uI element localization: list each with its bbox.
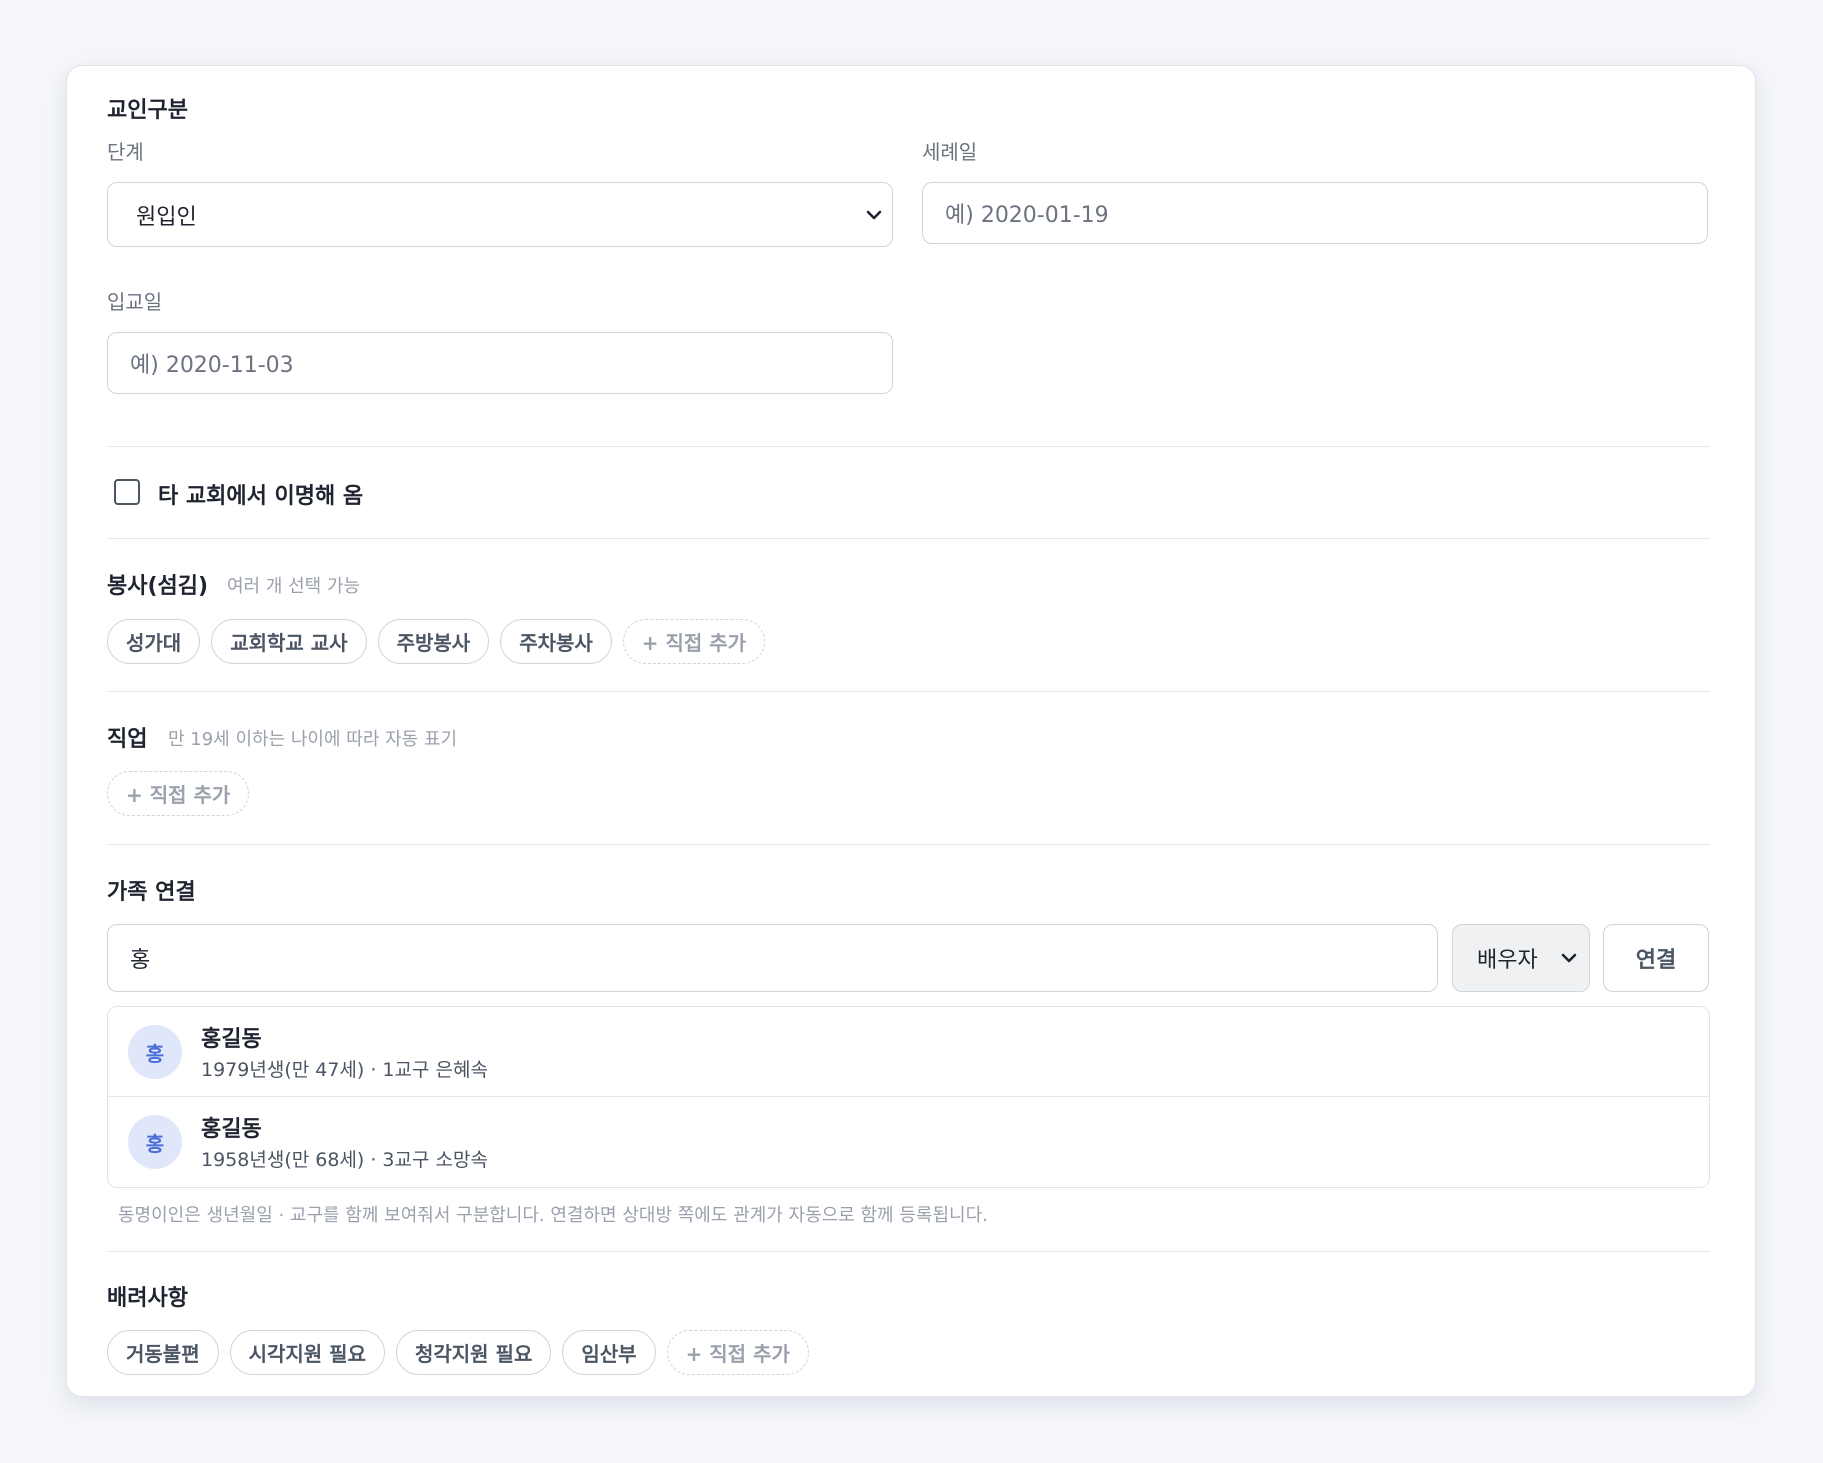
stage-label: 단계 (107, 140, 144, 164)
result-name: 홍길동 (201, 1027, 262, 1052)
member-type-title: 교인구분 (107, 98, 188, 123)
service-add-button[interactable]: + 직접 추가 (622, 619, 766, 664)
family-search-input[interactable]: 홍 (107, 924, 1438, 992)
transfer-checkbox[interactable] (114, 479, 140, 505)
service-chip[interactable]: 교회학교 교사 (211, 619, 367, 664)
connect-button[interactable]: 연결 (1603, 924, 1709, 992)
stage-select[interactable]: 원입인 (107, 182, 893, 247)
consideration-chip[interactable]: 거동불편 (107, 1330, 219, 1375)
service-chip[interactable]: 주차봉사 (500, 619, 612, 664)
considerations-title: 배려사항 (107, 1286, 188, 1311)
member-form-card: 교인구분 단계 원입인 세례일 예) 2020-01-19 입교일 예) 202… (66, 65, 1756, 1397)
divider (107, 691, 1710, 692)
occupation-add-button[interactable]: + 직접 추가 (107, 771, 250, 816)
divider (107, 446, 1710, 447)
occupation-hint: 만 19세 이하는 나이에 따라 자동 표기 (168, 729, 458, 750)
avatar: 홍 (128, 1115, 182, 1169)
occupation-chip-group: + 직접 추가 (107, 771, 250, 816)
service-chip[interactable]: 주방봉사 (377, 619, 490, 664)
result-meta: 1979년생(만 47세) · 1교구 은혜속 (201, 1059, 488, 1081)
registration-date-placeholder: 예) 2020-11-03 (130, 353, 294, 378)
relation-select[interactable]: 배우자 (1452, 924, 1590, 992)
divider (107, 844, 1710, 845)
considerations-add-button[interactable]: + 직접 추가 (666, 1330, 809, 1375)
service-hint: 여러 개 선택 가능 (227, 576, 361, 597)
result-meta: 1958년생(만 68세) · 3교구 소망속 (201, 1149, 488, 1171)
family-note: 동명이인은 생년월일 · 교구를 함께 보여줘서 구분합니다. 연결하면 상대방… (118, 1205, 988, 1226)
baptism-date-label: 세례일 (922, 140, 978, 164)
registration-date-input[interactable]: 예) 2020-11-03 (107, 332, 893, 394)
consideration-chip[interactable]: 임산부 (562, 1330, 656, 1375)
consideration-chip[interactable]: 청각지원 필요 (395, 1330, 552, 1375)
divider (107, 1251, 1710, 1252)
result-name: 홍길동 (201, 1117, 262, 1142)
divider (107, 538, 1710, 539)
baptism-date-placeholder: 예) 2020-01-19 (945, 203, 1109, 228)
baptism-date-input[interactable]: 예) 2020-01-19 (922, 182, 1708, 244)
list-item[interactable]: 홍 홍길동 1979년생(만 47세) · 1교구 은혜속 (108, 1007, 1709, 1097)
stage-select-value: 원입인 (136, 204, 197, 230)
family-search-results: 홍 홍길동 1979년생(만 47세) · 1교구 은혜속 홍 홍길동 1958… (107, 1006, 1710, 1188)
avatar: 홍 (128, 1025, 182, 1079)
consideration-chip[interactable]: 시각지원 필요 (229, 1330, 385, 1375)
list-item[interactable]: 홍 홍길동 1958년생(만 68세) · 3교구 소망속 (108, 1097, 1709, 1187)
family-search-value: 홍 (130, 948, 151, 973)
service-title: 봉사(섬김) (107, 574, 209, 599)
transfer-label[interactable]: 타 교회에서 이명해 옴 (158, 478, 363, 510)
considerations-chip-group: 거동불편 시각지원 필요 청각지원 필요 임산부 + 직접 추가 (107, 1330, 809, 1375)
service-chip-group: 성가대 교회학교 교사 주방봉사 주차봉사 + 직접 추가 (107, 619, 766, 664)
chevron-down-icon (1561, 953, 1577, 963)
chevron-down-icon (866, 210, 882, 219)
service-chip[interactable]: 성가대 (107, 619, 201, 664)
occupation-title: 직업 (107, 727, 148, 752)
registration-date-label: 입교일 (107, 290, 163, 314)
relation-select-value: 배우자 (1477, 948, 1538, 973)
family-title: 가족 연결 (107, 880, 196, 905)
